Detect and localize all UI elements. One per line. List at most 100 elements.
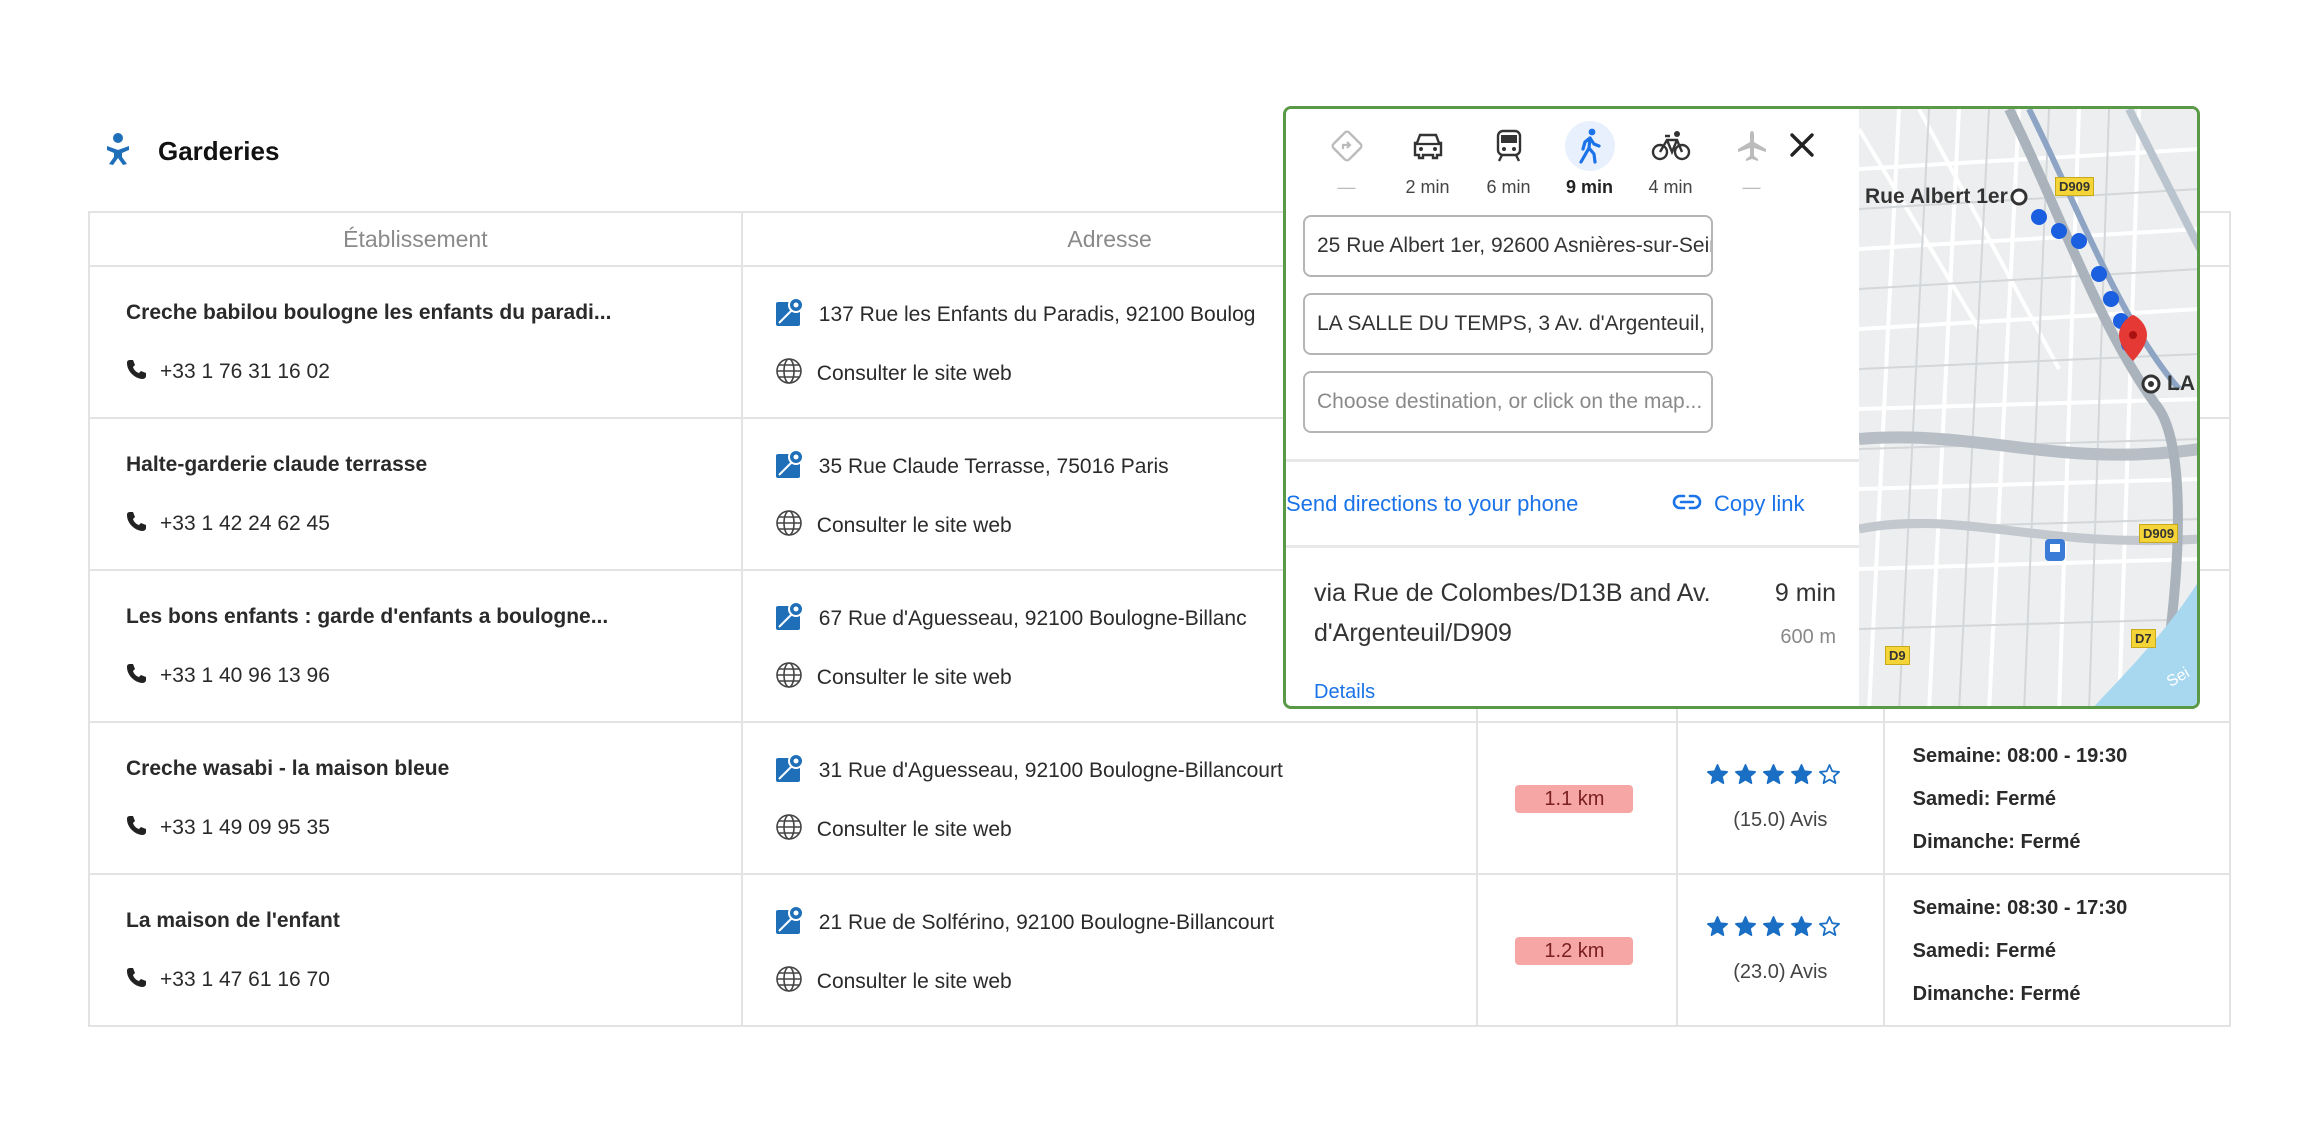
address-link[interactable]: 31 Rue d'Aguesseau, 92100 Boulogne-Billa… <box>775 753 1283 789</box>
route-distance: 600 m <box>1780 626 1836 648</box>
establishment-name[interactable]: Les bons enfants : garde d'enfants a bou… <box>126 605 608 629</box>
address-link[interactable]: 67 Rue d'Aguesseau, 92100 Boulogne-Billa… <box>775 601 1247 637</box>
table-row: La maison de l'enfant +33 1 47 61 16 70 … <box>90 875 2229 1027</box>
globe-icon <box>775 509 803 543</box>
establishment-name[interactable]: Creche wasabi - la maison bleue <box>126 757 449 781</box>
route-map[interactable]: Rue Albert 1er LA D909 D909 D9 D7 Sei <box>1859 109 2197 706</box>
copy-link-label: Copy link <box>1714 491 1805 516</box>
mode-transit-time: 6 min <box>1486 177 1531 197</box>
phone-number: +33 1 76 31 16 02 <box>160 360 330 383</box>
star-filled-icon <box>1706 915 1729 943</box>
star-filled-icon <box>1790 915 1813 943</box>
road-badge: D9 <box>1885 646 1910 665</box>
website-link[interactable]: Consulter le site web <box>775 965 1012 999</box>
directions-icon <box>1322 121 1372 171</box>
establishment-cell: Creche wasabi - la maison bleue +33 1 49… <box>90 723 743 873</box>
hours-saturday: Samedi: Fermé <box>1912 940 2057 962</box>
establishment-name[interactable]: Creche babilou boulogne les enfants du p… <box>126 301 611 325</box>
map-pin-icon <box>775 753 805 789</box>
route-summary[interactable]: via Rue de Colombes/D13B and Av. d'Argen… <box>1314 573 1734 653</box>
phone-link[interactable]: +33 1 49 09 95 35 <box>126 815 330 841</box>
phone-icon <box>126 663 146 689</box>
hours-cell: Semaine: 08:30 - 17:30 Samedi: Fermé Dim… <box>1885 875 2229 1025</box>
address-text: 31 Rue d'Aguesseau, 92100 Boulogne-Billa… <box>818 759 1283 782</box>
details-link[interactable]: Details <box>1314 681 1375 704</box>
website-link[interactable]: Consulter le site web <box>775 661 1012 695</box>
travel-mode-bar: — 2 min 6 min 9 min 4 min — <box>1306 121 1792 199</box>
phone-link[interactable]: +33 1 47 61 16 70 <box>126 967 330 993</box>
review-count[interactable]: (23.0) Avis <box>1678 961 1883 984</box>
plane-icon <box>1727 121 1777 171</box>
website-link[interactable]: Consulter le site web <box>775 813 1012 847</box>
directions-popup: — 2 min 6 min 9 min 4 min — 25 Rue Alber… <box>1283 106 2200 709</box>
rating-cell: (23.0) Avis <box>1678 875 1885 1025</box>
address-cell: 21 Rue de Solférino, 92100 Boulogne-Bill… <box>743 875 1479 1025</box>
mode-car-time: 2 min <box>1405 177 1450 197</box>
mode-best-time: — <box>1337 177 1356 197</box>
phone-link[interactable]: +33 1 42 24 62 45 <box>126 511 330 537</box>
phone-number: +33 1 47 61 16 70 <box>160 968 330 991</box>
website-label: Consulter le site web <box>816 362 1012 385</box>
distance-cell: 1.2 km <box>1478 875 1679 1025</box>
destination-input[interactable]: LA SALLE DU TEMPS, 3 Av. d'Argenteuil, 9… <box>1303 293 1713 355</box>
hours-cell: Semaine: 08:00 - 19:30 Samedi: Fermé Dim… <box>1885 723 2229 873</box>
address-text: 21 Rue de Solférino, 92100 Boulogne-Bill… <box>818 911 1275 934</box>
star-filled-icon <box>1762 763 1785 791</box>
send-to-phone-link[interactable]: Send directions to your phone <box>1286 491 1578 517</box>
establishment-name[interactable]: Halte-garderie claude terrasse <box>126 453 427 477</box>
address-link[interactable]: 35 Rue Claude Terrasse, 75016 Paris <box>775 449 1169 485</box>
star-empty-icon <box>1818 763 1841 791</box>
mode-flight[interactable]: — <box>1711 121 1792 199</box>
website-label: Consulter le site web <box>816 514 1012 537</box>
globe-icon <box>775 813 803 847</box>
distance-cell: 1.1 km <box>1478 723 1679 873</box>
mode-flight-time: — <box>1742 177 1761 197</box>
table-row: Creche wasabi - la maison bleue +33 1 49… <box>90 723 2229 875</box>
hours-saturday: Samedi: Fermé <box>1912 788 2057 810</box>
route-time: 9 min <box>1774 579 1836 607</box>
divider <box>1286 545 1859 548</box>
mode-car[interactable]: 2 min <box>1387 121 1468 199</box>
mode-walk[interactable]: 9 min <box>1549 121 1630 199</box>
mode-transit[interactable]: 6 min <box>1468 121 1549 199</box>
address-link[interactable]: 137 Rue les Enfants du Paradis, 92100 Bo… <box>775 297 1255 333</box>
map-end-label: LA <box>2167 372 2195 395</box>
phone-number: +33 1 40 96 13 96 <box>160 664 330 687</box>
address-link[interactable]: 21 Rue de Solférino, 92100 Boulogne-Bill… <box>775 905 1274 941</box>
column-header-establishment[interactable]: Établissement <box>90 213 743 265</box>
distance-badge: 1.1 km <box>1515 785 1634 813</box>
mode-best[interactable]: — <box>1306 121 1387 199</box>
address-cell: 31 Rue d'Aguesseau, 92100 Boulogne-Billa… <box>743 723 1479 873</box>
website-label: Consulter le site web <box>816 666 1012 689</box>
address-text: 35 Rue Claude Terrasse, 75016 Paris <box>818 455 1169 478</box>
add-destination-input[interactable]: Choose destination, or click on the map.… <box>1303 371 1713 433</box>
phone-icon <box>126 511 146 537</box>
opening-hours: Semaine: 08:30 - 17:30 Samedi: Fermé Dim… <box>1913 887 2128 1016</box>
star-empty-icon <box>1818 915 1841 943</box>
star-filled-icon <box>1790 763 1813 791</box>
phone-link[interactable]: +33 1 76 31 16 02 <box>126 359 330 385</box>
mode-bike-time: 4 min <box>1648 177 1693 197</box>
copy-link-button[interactable]: Copy link <box>1672 491 1804 517</box>
star-filled-icon <box>1762 915 1785 943</box>
close-button[interactable] <box>1782 127 1822 167</box>
website-link[interactable]: Consulter le site web <box>775 357 1012 391</box>
establishment-cell: La maison de l'enfant +33 1 47 61 16 70 <box>90 875 743 1025</box>
review-count[interactable]: (15.0) Avis <box>1678 809 1883 832</box>
rating-cell: (15.0) Avis <box>1678 723 1885 873</box>
website-label: Consulter le site web <box>816 970 1012 993</box>
establishment-name[interactable]: La maison de l'enfant <box>126 909 340 933</box>
child-icon <box>104 132 132 171</box>
phone-number: +33 1 49 09 95 35 <box>160 816 330 839</box>
phone-icon <box>126 359 146 385</box>
section-title: Garderies <box>158 136 280 166</box>
mode-bike[interactable]: 4 min <box>1630 121 1711 199</box>
origin-input[interactable]: 25 Rue Albert 1er, 92600 Asnières-sur-Se… <box>1303 215 1713 277</box>
phone-icon <box>126 967 146 993</box>
establishment-cell: Creche babilou boulogne les enfants du p… <box>90 267 743 417</box>
globe-icon <box>775 965 803 999</box>
website-link[interactable]: Consulter le site web <box>775 509 1012 543</box>
bike-icon <box>1646 121 1696 171</box>
phone-link[interactable]: +33 1 40 96 13 96 <box>126 663 330 689</box>
hours-week: Semaine: 08:30 - 17:30 <box>1912 897 2128 919</box>
